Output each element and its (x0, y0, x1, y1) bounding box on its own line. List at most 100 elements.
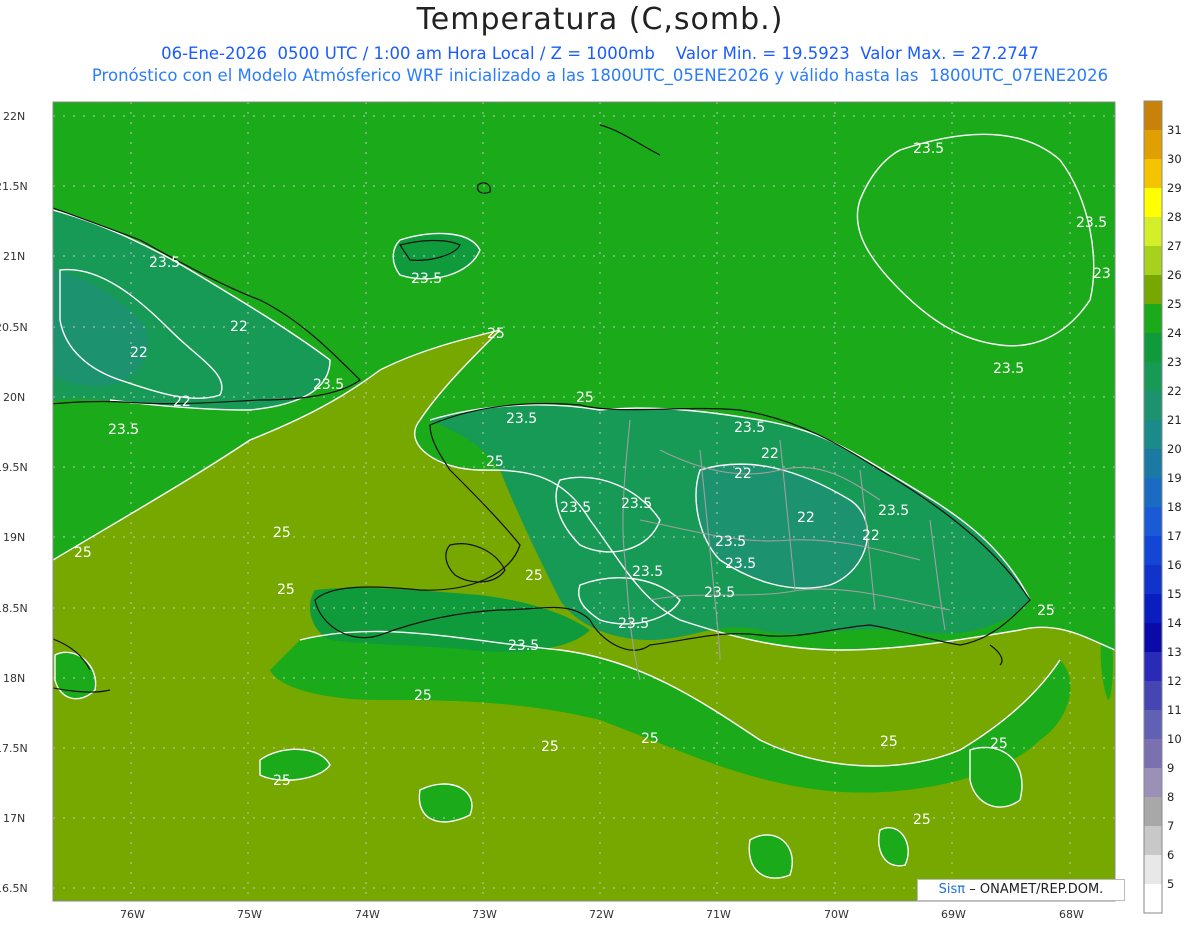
contour-label: 22 (761, 446, 779, 462)
colorbar-swatch (1144, 130, 1162, 159)
lat-label: 17N (3, 812, 25, 825)
colorbar-label: 28 (1167, 210, 1182, 224)
colorbar-swatch (1144, 449, 1162, 478)
colorbar-swatch (1144, 333, 1162, 362)
colorbar-label: 25 (1167, 297, 1182, 311)
lon-label: 71W (706, 908, 731, 921)
colorbar-swatch (1144, 159, 1162, 188)
lat-label: 20N (3, 391, 25, 404)
contour-label: 25 (486, 454, 504, 470)
lat-label: 18.5N (0, 602, 28, 615)
contour-label: 25 (576, 390, 594, 406)
colorbar-swatch (1144, 217, 1162, 246)
contour-label: 23.5 (725, 556, 756, 572)
contour-label: 22 (130, 345, 148, 361)
contour-label: 22 (173, 394, 191, 410)
contour-label: 23.5 (993, 361, 1024, 377)
contour-label: 23.5 (1076, 215, 1107, 231)
contour-label: 25 (641, 731, 659, 747)
colorbar-swatch (1144, 565, 1162, 594)
colorbar-label: 11 (1167, 703, 1182, 717)
latitude-axis: 22N 21.5N 21N 20.5N 20N 19.5N 19N 18.5N … (0, 110, 28, 895)
contour-label: 23.5 (621, 496, 652, 512)
lat-label: 19N (3, 531, 25, 544)
contour-label: 23.5 (734, 420, 765, 436)
lat-label: 20.5N (0, 321, 28, 334)
colorbar-label: 6 (1167, 848, 1174, 862)
colorbar-label: 9 (1167, 761, 1174, 775)
colorbar-swatch (1144, 594, 1162, 623)
colorbar-label: 18 (1167, 500, 1182, 514)
colorbar-swatch (1144, 188, 1162, 217)
contour-label: 25 (273, 525, 291, 541)
contour-label: 23 (1093, 266, 1111, 282)
colorbar-label: 13 (1167, 645, 1182, 659)
contour-label: 22 (862, 528, 880, 544)
longitude-axis: 76W 75W 74W 73W 72W 71W 70W 69W 68W (120, 908, 1084, 921)
lat-label: 18N (3, 672, 25, 685)
colorbar: 31 30 29 28 27 26 25 24 23 22 21 20 19 18 17 16 15 14 13 12… (1143, 100, 1182, 914)
contour-label: 23.5 (108, 422, 139, 438)
colorbar-swatch (1144, 681, 1162, 710)
colorbar-label: 8 (1167, 790, 1174, 804)
lon-label: 73W (472, 908, 497, 921)
colorbar-swatch (1144, 739, 1162, 768)
colorbar-swatch (1144, 507, 1162, 536)
contour-label: 23.5 (411, 271, 442, 287)
credit-text: – ONAMET/REP.DOM. (969, 882, 1104, 897)
colorbar-label: 30 (1167, 152, 1182, 166)
contour-label: 25 (277, 582, 295, 598)
contour-label: 23.5 (913, 141, 944, 157)
colorbar-swatch (1144, 536, 1162, 565)
colorbar-swatch (1144, 652, 1162, 681)
sispi-logo-text: Sisπ (938, 882, 966, 897)
colorbar-swatch (1144, 797, 1162, 826)
colorbar-swatch (1144, 855, 1162, 884)
lon-label: 68W (1059, 908, 1084, 921)
contour-label: 23.5 (506, 411, 537, 427)
contour-label: 25 (273, 773, 291, 789)
colorbar-swatch (1144, 275, 1162, 304)
contour-label: 23.5 (878, 503, 909, 519)
colorbar-label: 19 (1167, 471, 1182, 485)
contour-label: 22 (734, 466, 752, 482)
colorbar-label: 24 (1167, 326, 1182, 340)
contour-label: 25 (541, 739, 559, 755)
colorbar-swatch (1144, 826, 1162, 855)
colorbar-label: 16 (1167, 558, 1182, 572)
lon-label: 70W (824, 908, 849, 921)
lon-label: 76W (120, 908, 145, 921)
contour-label: 25 (525, 568, 543, 584)
contour-label: 22 (230, 319, 248, 335)
contour-label: 23.5 (704, 585, 735, 601)
contour-label: 22 (797, 510, 815, 526)
colorbar-label: 14 (1167, 616, 1182, 630)
contour-label: 25 (913, 812, 931, 828)
lat-label: 22N (3, 110, 25, 123)
lat-label: 19.5N (0, 461, 28, 474)
colorbar-label: 10 (1167, 732, 1182, 746)
colorbar-swatch (1144, 884, 1162, 913)
colorbar-label: 15 (1167, 587, 1182, 601)
colorbar-label: 17 (1167, 529, 1182, 543)
lat-label: 17.5N (0, 742, 28, 755)
contour-label: 23.5 (508, 638, 539, 654)
colorbar-label: 7 (1167, 819, 1174, 833)
contour-label: 25 (1037, 603, 1055, 619)
contour-label: 23.5 (632, 564, 663, 580)
colorbar-label: 27 (1167, 239, 1182, 253)
colorbar-swatch (1144, 362, 1162, 391)
lon-label: 69W (941, 908, 966, 921)
contour-label: 23.5 (560, 500, 591, 516)
lat-label: 21.5N (0, 180, 28, 193)
contour-label: 25 (74, 545, 92, 561)
contour-label: 25 (414, 688, 432, 704)
colorbar-swatch (1144, 420, 1162, 449)
colorbar-label: 12 (1167, 674, 1182, 688)
contour-label: 25 (880, 734, 898, 750)
map-figure: 23.5 23.5 23.5 23 23.5 23.5 22 22 22 23.… (0, 100, 1182, 921)
contour-label: 25 (990, 736, 1008, 752)
colorbar-swatch (1144, 246, 1162, 275)
contour-label: 23.5 (149, 255, 180, 271)
colorbar-swatch (1144, 391, 1162, 420)
